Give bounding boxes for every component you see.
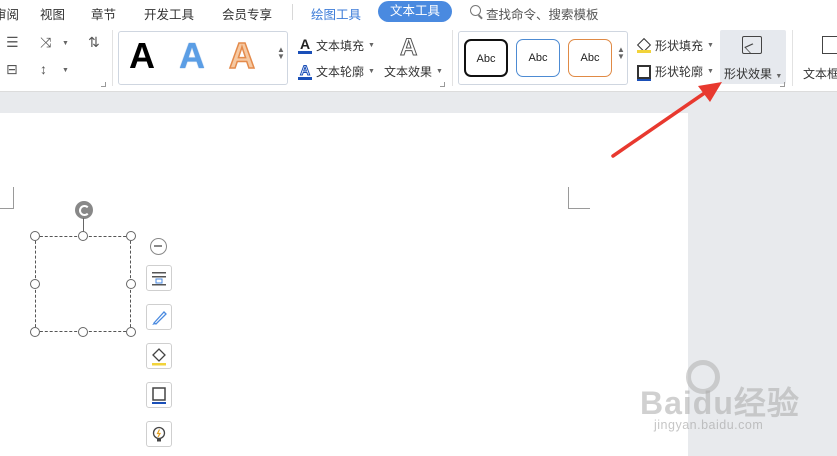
shape-style-black[interactable]: Abc <box>464 39 508 77</box>
text-effect-icon[interactable]: A <box>399 34 417 62</box>
text-fill-icon: A <box>298 35 312 54</box>
menu-chapter[interactable]: 章节 <box>91 4 116 23</box>
group-separator <box>112 30 113 86</box>
shape-effect-text: 形状效果 <box>724 67 773 81</box>
resize-handle-top-right[interactable] <box>126 231 136 241</box>
page-corner-mark <box>0 187 14 209</box>
fill-icon <box>152 348 166 366</box>
shape-fill-label: 形状填充 <box>655 39 704 53</box>
menu-view[interactable]: 视图 <box>40 4 65 23</box>
shape-outline-button[interactable]: 形状轮廓 ▼ <box>637 63 714 81</box>
group-separator <box>792 30 793 86</box>
indent-icon[interactable]: ☰ <box>6 34 19 51</box>
text-fill-button[interactable]: A 文本填充 ▼ <box>298 37 375 54</box>
gallery-more-icon[interactable]: ▲ ▼ <box>277 46 285 61</box>
watermark-url: jingyan.baidu.com <box>654 418 764 432</box>
textbox-label[interactable]: 文本框 <box>803 65 837 82</box>
sort-icon[interactable]: ⇅ <box>88 34 100 51</box>
chevron-down-icon: ▼ <box>368 68 375 75</box>
chevron-down-icon: ▼ <box>368 42 375 49</box>
text-outline-label: 文本轮廓 <box>316 65 365 79</box>
menu-separator <box>292 4 293 20</box>
wordart-style-orange[interactable]: A <box>228 34 256 77</box>
shape-style-button[interactable] <box>146 304 172 330</box>
rotate-icon[interactable] <box>75 201 93 219</box>
shape-outline-side-button[interactable] <box>146 382 172 408</box>
resize-handle-top-left[interactable] <box>30 231 40 241</box>
line-spacing-icon[interactable]: ↕ <box>40 61 47 77</box>
outline-icon <box>637 64 651 81</box>
group-launcher-icon[interactable] <box>440 82 445 87</box>
text-outline-button[interactable]: A 文本轮廓 ▼ <box>298 61 375 80</box>
wordart-style-blue[interactable]: A <box>179 35 205 77</box>
collapse-toolbar-icon[interactable] <box>150 238 167 255</box>
chevron-down-icon[interactable]: ▼ <box>62 40 69 47</box>
shape-style-blue[interactable]: Abc <box>516 39 560 77</box>
paint-bucket-icon <box>637 39 651 53</box>
tab-text-tools[interactable]: 文本工具 <box>378 1 452 22</box>
shape-style-gallery: Abc Abc Abc <box>458 31 628 85</box>
outline-icon <box>152 387 166 404</box>
chevron-down-icon: ▼ <box>707 68 714 75</box>
watermark-brand-cn: 经验 <box>733 385 800 421</box>
wordart-style-gallery: A A A <box>118 31 288 85</box>
wordart-style-black[interactable]: A <box>129 35 155 77</box>
resize-handle-bottom-right[interactable] <box>126 327 136 337</box>
text-effect-button[interactable]: 文本效果 ▼ <box>384 63 443 80</box>
annotation-arrow <box>611 82 722 158</box>
shape-style-orange[interactable]: Abc <box>568 39 612 77</box>
page-corner-mark <box>568 187 590 209</box>
textbox-icon[interactable] <box>822 36 837 54</box>
chevron-down-icon: ▼ <box>775 73 783 80</box>
menu-developer-tools[interactable]: 开发工具 <box>144 4 194 23</box>
search-icon[interactable] <box>470 5 481 16</box>
layout-icon <box>152 272 166 286</box>
chevron-down-icon: ▼ <box>707 42 714 49</box>
text-effect-label: 文本效果 <box>384 65 433 79</box>
menu-bar: 审阅 视图 章节 开发工具 会员专享 绘图工具 文本工具 查找命令、搜索模板 <box>0 0 837 24</box>
chevron-down-icon[interactable]: ▼ <box>62 67 69 74</box>
align-icon[interactable]: ⊟ <box>6 61 18 78</box>
resize-handle-left[interactable] <box>30 279 40 289</box>
resize-handle-right[interactable] <box>126 279 136 289</box>
text-outline-icon: A <box>298 61 312 80</box>
chevron-down-icon: ▼ <box>436 68 443 75</box>
watermark-brand-text: Baidu <box>640 385 734 421</box>
selected-textbox-shape[interactable] <box>35 236 131 332</box>
shape-effect-label: 形状效果 ▼ <box>724 65 782 82</box>
resize-handle-top[interactable] <box>78 231 88 241</box>
shape-fill-side-button[interactable] <box>146 343 172 369</box>
gallery-more-icon[interactable]: ▲ ▼ <box>617 46 625 61</box>
group-separator <box>452 30 453 86</box>
group-launcher-icon[interactable] <box>101 82 106 87</box>
resize-handle-bottom-left[interactable] <box>30 327 40 337</box>
text-fill-label: 文本填充 <box>316 39 365 53</box>
shape-effect-button[interactable]: 形状效果 ▼ <box>720 30 786 84</box>
shape-fill-button[interactable]: 形状填充 ▼ <box>637 37 714 54</box>
text-direction-icon[interactable]: ⤨ <box>40 34 51 51</box>
group-launcher-icon[interactable] <box>780 82 785 87</box>
menu-review[interactable]: 审阅 <box>0 4 19 23</box>
shape-outline-label: 形状轮廓 <box>655 65 704 79</box>
tab-drawing-tools[interactable]: 绘图工具 <box>311 4 361 23</box>
resize-handle-bottom[interactable] <box>78 327 88 337</box>
search-command-input[interactable]: 查找命令、搜索模板 <box>486 4 599 23</box>
shape-effect-side-button[interactable] <box>146 421 172 447</box>
shape-effect-icon <box>742 36 762 54</box>
layout-options-button[interactable] <box>146 265 172 291</box>
pen-icon <box>152 311 167 325</box>
menu-member[interactable]: 会员专享 <box>222 4 272 23</box>
bulb-icon <box>152 426 166 442</box>
rotate-stem <box>83 218 84 232</box>
